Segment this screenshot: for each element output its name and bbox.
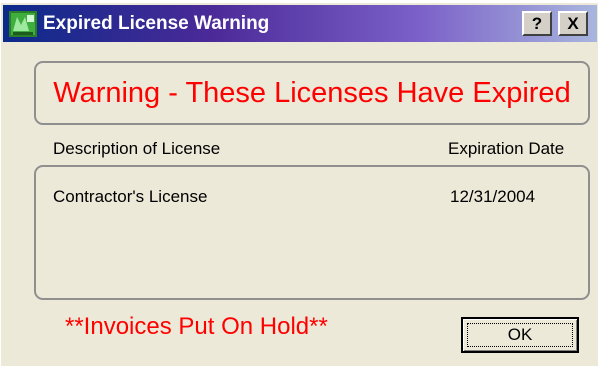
window-title: Expired License Warning <box>43 13 270 34</box>
column-header-description: Description of License <box>53 139 221 158</box>
invoices-hold-notice: **Invoices Put On Hold** <box>65 313 328 340</box>
help-button[interactable]: ? <box>522 11 552 36</box>
title-bar[interactable]: Expired License Warning ? X <box>3 5 597 42</box>
license-description: Contractor's License <box>53 187 208 206</box>
warning-banner: Warning - These Licenses Have Expired <box>34 61 590 125</box>
sage-app-icon <box>9 11 37 37</box>
warning-text: Warning - These Licenses Have Expired <box>53 77 571 109</box>
close-button[interactable]: X <box>558 11 588 36</box>
ok-button[interactable]: OK <box>461 317 579 353</box>
license-list[interactable]: Contractor's License 12/31/2004 <box>34 165 590 300</box>
column-header-expiration: Expiration Date <box>448 139 565 158</box>
dialog-window: Expired License Warning ? X Warning - Th… <box>0 2 598 366</box>
license-expiration-date: 12/31/2004 <box>450 187 536 206</box>
list-item[interactable]: Contractor's License 12/31/2004 <box>36 187 588 211</box>
ok-button-label: OK <box>507 325 533 344</box>
